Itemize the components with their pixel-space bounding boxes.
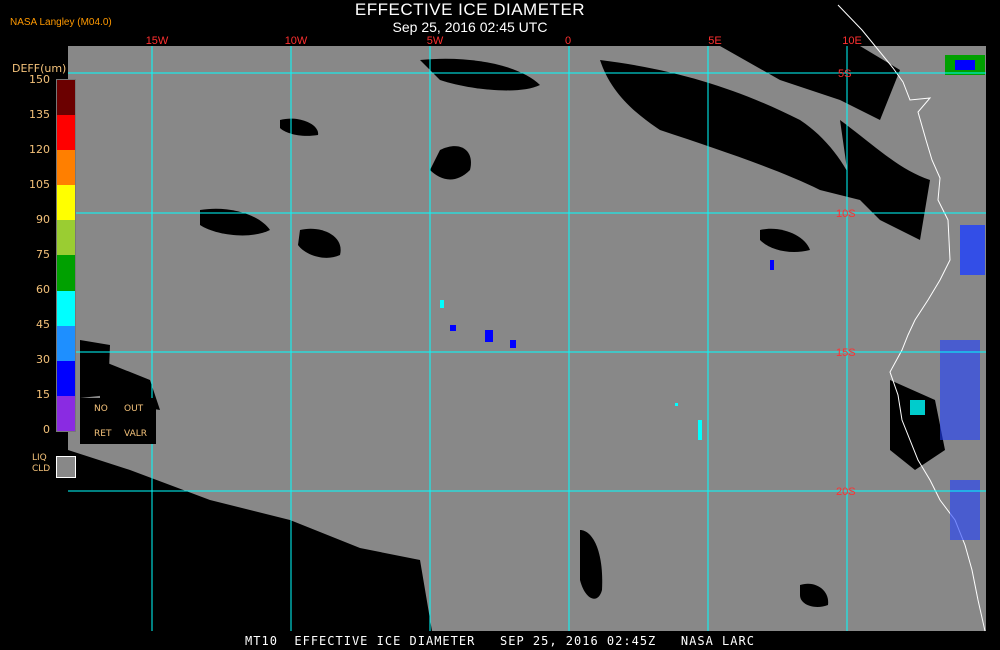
colorbar-swatch: [57, 80, 75, 116]
colorbar-swatch: [57, 395, 75, 431]
legend-tick: 75: [36, 248, 50, 261]
legend-tick: 60: [36, 283, 50, 296]
lon-label: 5E: [708, 35, 721, 47]
lon-label: 10W: [285, 35, 308, 47]
lat-label: 10S: [836, 208, 856, 220]
lat-label: 5S: [838, 68, 851, 80]
satellite-map: 15W 10W 5W 0 5E 10E 5S 10S 15S 20S: [0, 0, 1000, 650]
noret-label: OUT: [124, 404, 144, 414]
legend-tick: 15: [36, 388, 50, 401]
lon-label: 5W: [427, 35, 444, 47]
colorbar-swatch: [57, 150, 75, 186]
liquid-cloud-swatch: [56, 456, 76, 478]
lon-label: 10E: [842, 35, 862, 47]
colorbar-swatch: [57, 115, 75, 151]
map-timestamp: Sep 25, 2016 02:45 UTC: [392, 19, 548, 35]
noret-label: RET: [94, 429, 112, 439]
colorbar-swatch: [57, 290, 75, 326]
lon-label: 0: [565, 35, 571, 47]
footer-caption: MT10 EFFECTIVE ICE DIAMETER SEP 25, 2016…: [245, 634, 755, 648]
colorbar-swatch: [57, 360, 75, 396]
legend-tick: 135: [29, 108, 50, 121]
colorbar: [56, 79, 76, 432]
lon-label: 15W: [146, 35, 169, 47]
no-retrieval-box: NO OUT RET VALR: [80, 398, 156, 444]
liq-label: LIQ: [32, 453, 47, 463]
legend-tick: 150: [29, 73, 50, 86]
cld-label: CLD: [32, 464, 51, 474]
colorbar-swatch: [57, 255, 75, 291]
noret-label: NO: [94, 404, 108, 414]
legend-tick: 45: [36, 318, 50, 331]
lat-label: 15S: [836, 347, 856, 359]
legend-tick: 30: [36, 353, 50, 366]
colorbar-swatch: [57, 185, 75, 221]
colorbar-swatch: [57, 220, 75, 256]
colorbar-swatch: [57, 325, 75, 361]
legend-tick: 120: [29, 143, 50, 156]
lat-label: 20S: [836, 486, 856, 498]
noret-label: VALR: [124, 429, 148, 439]
map-title: EFFECTIVE ICE DIAMETER: [354, 0, 586, 19]
legend-tick: 90: [36, 213, 50, 226]
legend-tick: 0: [43, 423, 50, 436]
legend-tick: 105: [29, 178, 50, 191]
